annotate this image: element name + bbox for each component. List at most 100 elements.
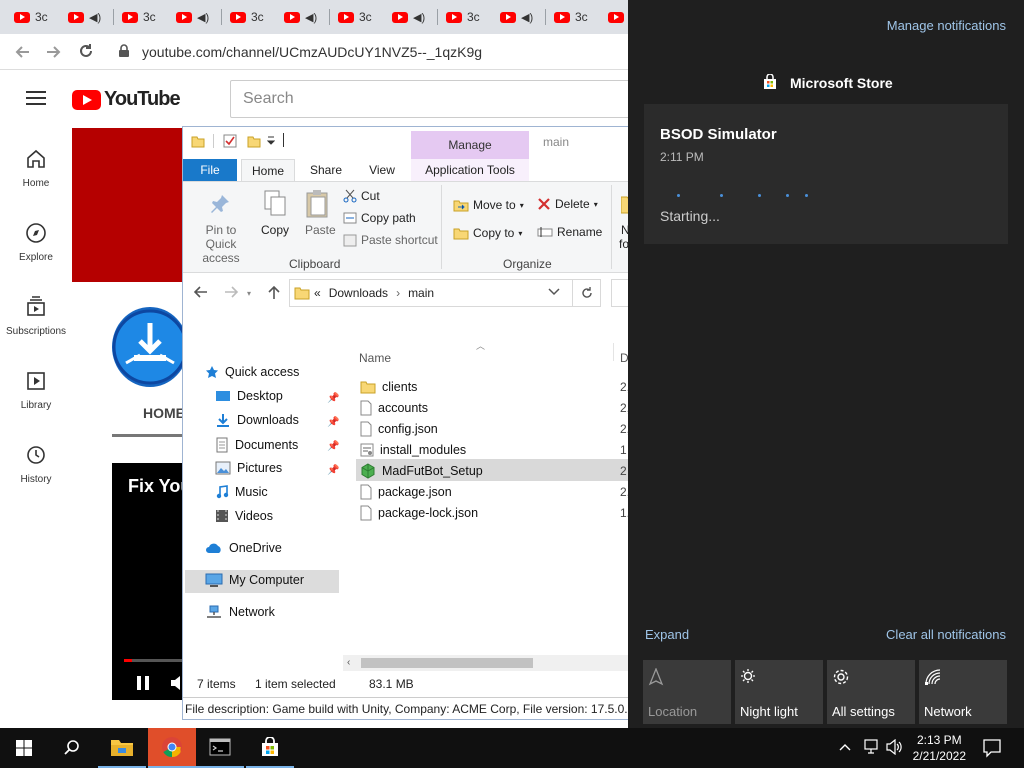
back-nav-icon[interactable] (193, 285, 209, 299)
browser-tab[interactable]: 3c (332, 6, 386, 28)
pin-icon[interactable]: 📌 (327, 441, 339, 452)
refresh-button[interactable] (573, 279, 601, 307)
nav-my-computer[interactable]: My Computer (205, 573, 304, 587)
nav-pictures[interactable]: Pictures (215, 461, 282, 475)
rename-button[interactable]: Rename (537, 225, 602, 239)
youtube-nav-history[interactable]: History (0, 444, 72, 485)
tab-application-tools[interactable]: Application Tools (411, 159, 529, 181)
move-to-button[interactable]: Move to ▾ (453, 197, 524, 213)
browser-tab[interactable]: ◀) (494, 6, 548, 28)
cut-button[interactable]: Cut (343, 189, 380, 203)
tab-audio-icon[interactable]: ◀) (413, 11, 425, 24)
nav-videos[interactable]: Videos (215, 509, 273, 523)
browser-tab[interactable]: 3c (548, 6, 602, 28)
start-icon[interactable] (0, 728, 48, 768)
tab-audio-icon[interactable]: ◀) (521, 11, 533, 24)
copy-path-button[interactable]: Copy path (343, 211, 416, 225)
channel-avatar[interactable] (112, 307, 188, 387)
quick-action-night-light[interactable]: Night light (735, 660, 823, 724)
expand-link[interactable]: Expand (645, 627, 689, 642)
tab-audio-icon[interactable]: ◀) (89, 11, 101, 24)
chrome-icon[interactable] (148, 728, 196, 768)
forward-nav-icon[interactable] (223, 285, 239, 299)
new-folder-label-cut-2[interactable]: fo (619, 237, 628, 251)
taskbar-clock[interactable]: 2:13 PM 2/21/2022 (913, 732, 966, 764)
pin-icon[interactable]: 📌 (327, 393, 339, 404)
copy-button[interactable]: Copy (261, 223, 289, 237)
breadcrumb[interactable]: « Downloads › main (289, 279, 573, 307)
search-icon[interactable] (48, 728, 96, 768)
file-row[interactable]: package.json 2, (356, 481, 628, 502)
video-player[interactable] (112, 463, 182, 700)
quick-action-network[interactable]: Network (919, 660, 1007, 724)
file-row[interactable]: config.json 2, (356, 418, 628, 439)
pin-icon[interactable]: 📌 (327, 417, 339, 428)
up-nav-icon[interactable] (267, 285, 281, 301)
chevron-down-icon[interactable] (548, 287, 560, 297)
network-tray-icon[interactable] (862, 739, 880, 755)
notification-center-icon[interactable] (982, 738, 1002, 758)
browser-tab[interactable]: 3c (440, 6, 494, 28)
recent-locations-icon[interactable]: ▾ (247, 289, 251, 298)
file-row[interactable]: accounts 2, (356, 397, 628, 418)
browser-tab[interactable]: 3c (116, 6, 170, 28)
youtube-nav-subscriptions[interactable]: Subscriptions (0, 296, 72, 337)
url-text[interactable]: youtube.com/channel/UCmzAUDcUY1NVZ5--_1q… (142, 44, 482, 60)
browser-tab[interactable]: ◀) (386, 6, 440, 28)
youtube-nav-explore[interactable]: Explore (0, 222, 72, 263)
paste-shortcut-button[interactable]: Paste shortcut (343, 233, 438, 247)
qat-dropdown-icon[interactable] (267, 136, 275, 146)
youtube-search-input[interactable]: Search (230, 80, 630, 118)
nav-network[interactable]: Network (205, 605, 275, 619)
volume-tray-icon[interactable] (886, 739, 904, 755)
breadcrumb-main[interactable]: main (408, 286, 434, 300)
column-header-name[interactable]: Name (359, 351, 391, 365)
nav-music[interactable]: Music (215, 485, 268, 499)
browser-tab[interactable]: ◀) (602, 6, 628, 28)
nav-desktop[interactable]: Desktop (215, 389, 283, 403)
scrollbar-thumb[interactable] (361, 658, 533, 668)
reload-icon[interactable] (77, 42, 95, 60)
pause-icon[interactable] (136, 675, 150, 691)
clear-all-notifications-link[interactable]: Clear all notifications (886, 627, 1006, 642)
file-explorer-icon[interactable] (98, 728, 146, 768)
tab-home[interactable]: Home (241, 159, 295, 181)
tab-audio-icon[interactable]: ◀) (305, 11, 317, 24)
file-row[interactable]: install_modules 1 (356, 439, 627, 460)
tab-file[interactable]: File (183, 159, 237, 181)
delete-button[interactable]: Delete ▾ (537, 197, 598, 211)
browser-tab[interactable]: 3c (224, 6, 278, 28)
folder-qat-icon[interactable] (191, 134, 205, 148)
back-icon[interactable] (14, 43, 32, 61)
browser-tab[interactable]: ◀) (170, 6, 224, 28)
browser-tab[interactable]: 3c (8, 6, 62, 28)
new-folder-qat-icon[interactable] (247, 134, 261, 148)
chevron-up-icon[interactable] (838, 740, 852, 754)
new-folder-label-cut[interactable]: N (621, 223, 628, 237)
file-row[interactable]: MadFutBot_Setup 2 (356, 460, 627, 481)
tab-audio-icon[interactable]: ◀) (197, 11, 209, 24)
quick-action-all-settings[interactable]: All settings (827, 660, 915, 724)
hamburger-menu-icon[interactable] (26, 90, 46, 106)
browser-tab[interactable]: ◀) (278, 6, 332, 28)
pin-to-quick-access-button[interactable]: Pin to Quick access (189, 223, 253, 265)
pin-icon[interactable]: 📌 (327, 465, 339, 476)
nav-onedrive[interactable]: OneDrive (205, 541, 282, 555)
terminal-icon[interactable] (196, 728, 244, 768)
file-row[interactable]: clients 2, (356, 376, 628, 397)
file-row[interactable]: package-lock.json 1. (356, 502, 628, 523)
breadcrumb-downloads[interactable]: Downloads (329, 286, 388, 300)
browser-tab[interactable]: ◀) (62, 6, 116, 28)
video-progress-bar[interactable] (124, 659, 182, 662)
copy-to-button[interactable]: Copy to ▾ (453, 225, 522, 241)
volume-icon[interactable] (170, 675, 182, 691)
breadcrumb-overflow[interactable]: « (314, 286, 321, 300)
youtube-nav-library[interactable]: Library (0, 370, 72, 411)
horizontal-scrollbar[interactable]: ‹ (343, 655, 628, 671)
youtube-logo[interactable]: YouTube (72, 88, 181, 111)
tab-view[interactable]: View (355, 159, 409, 181)
store-taskbar-icon[interactable] (246, 728, 294, 768)
tab-share[interactable]: Share (299, 159, 353, 181)
youtube-nav-home[interactable]: Home (0, 148, 72, 189)
quick-action-location[interactable]: Location (643, 660, 731, 724)
